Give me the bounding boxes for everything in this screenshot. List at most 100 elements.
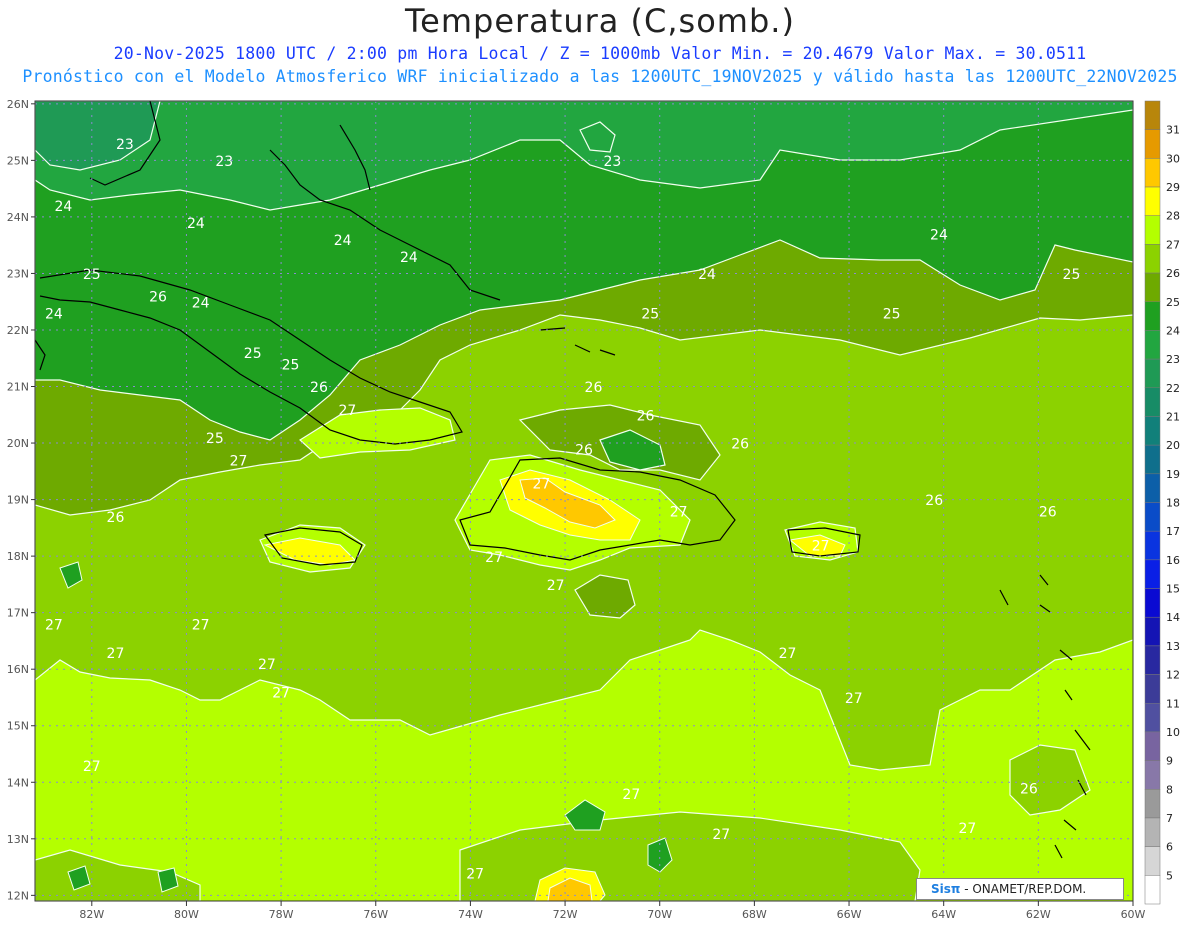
contour-value-label: 25 — [1063, 267, 1081, 283]
colorbar-swatch — [1144, 875, 1161, 905]
contour-value-label: 27 — [466, 866, 484, 882]
lon-label: 62W — [1026, 908, 1051, 921]
credit-brand: Sisπ — [931, 882, 961, 896]
colorbar-label: 18 — [1166, 497, 1180, 510]
colorbar-swatch — [1144, 215, 1161, 245]
colorbar-swatch — [1144, 674, 1161, 704]
subtitle-model-info: Pronóstico con el Modelo Atmosferico WRF… — [22, 67, 1178, 86]
contour-value-label: 26 — [310, 380, 328, 396]
colorbar-swatch — [1144, 387, 1161, 417]
colorbar-swatch — [1144, 846, 1161, 876]
contour-value-label: 24 — [45, 307, 63, 323]
colorbar-swatch — [1144, 330, 1161, 360]
colorbar-swatch — [1144, 530, 1161, 561]
colorbar-swatch — [1144, 272, 1161, 303]
colorbar-swatch — [1144, 817, 1161, 847]
contour-value-label: 26 — [1039, 505, 1057, 521]
contour-value-label: 27 — [547, 578, 565, 594]
colorbar-swatch — [1144, 129, 1161, 159]
colorbar-label: 24 — [1166, 324, 1180, 337]
lon-label: 80W — [174, 908, 199, 921]
colorbar-label: 16 — [1166, 554, 1180, 567]
contour-value-label: 26 — [637, 408, 655, 424]
contour-value-label: 27 — [712, 827, 730, 843]
lon-label: 76W — [363, 908, 388, 921]
contour-value-label: 25 — [244, 346, 262, 362]
lon-label: 82W — [79, 908, 104, 921]
colorbar-label: 10 — [1166, 726, 1180, 739]
lon-label: 64W — [931, 908, 956, 921]
colorbar-label: 14 — [1166, 611, 1180, 624]
contour-value-label: 27 — [485, 550, 503, 566]
contour-value-label: 26 — [925, 493, 943, 509]
subtitle-valid-time: 20-Nov-2025 1800 UTC / 2:00 pm Hora Loca… — [113, 44, 1087, 63]
contour-value-label: 25 — [883, 307, 901, 323]
lat-label: 18N — [7, 550, 29, 563]
colorbar-label: 11 — [1166, 697, 1180, 710]
credit-box: Sisπ - ONAMET/REP.DOM. — [916, 878, 1124, 900]
contour-value-label: 27 — [258, 657, 276, 673]
lon-label: 60W — [1121, 908, 1146, 921]
colorbar-swatch — [1144, 444, 1161, 475]
colorbar-label: 25 — [1166, 296, 1180, 309]
colorbar-swatch — [1144, 158, 1161, 188]
colorbar-swatch — [1144, 301, 1161, 331]
contour-value-label: 24 — [192, 295, 210, 311]
contour-value-label: 23 — [215, 154, 233, 170]
contour-value-label: 26 — [585, 380, 603, 396]
credit-text: - ONAMET/REP.DOM. — [960, 882, 1087, 896]
contour-value-label: 25 — [641, 307, 659, 323]
lat-label: 21N — [7, 381, 29, 394]
lon-label: 74W — [458, 908, 483, 921]
colorbar-label: 23 — [1166, 353, 1180, 366]
contour-value-label: 26 — [1020, 782, 1038, 798]
colorbar-swatch — [1144, 760, 1161, 790]
lat-label: 16N — [7, 663, 29, 676]
colorbar: 31 30 29 28 27 26 25 24 23 22 21 20 19 18 17 16 15 14 13 12… — [1144, 100, 1180, 905]
contour-value-label: 27 — [192, 618, 210, 634]
colorbar-swatch — [1144, 244, 1161, 274]
contour-value-label: 24 — [930, 228, 948, 244]
colorbar-label: 5 — [1166, 869, 1173, 882]
contour-value-label: 27 — [622, 787, 640, 803]
colorbar-label: 15 — [1166, 583, 1180, 596]
contour-value-label: 26 — [149, 290, 167, 306]
contour-value-label: 23 — [603, 154, 621, 170]
lat-label: 15N — [7, 720, 29, 733]
contour-value-label: 24 — [334, 233, 352, 249]
colorbar-swatch — [1144, 789, 1161, 819]
contour-value-label: 27 — [272, 685, 290, 701]
colorbar-swatch — [1144, 502, 1161, 532]
lat-label: 20N — [7, 437, 29, 450]
temperature-map: 23 23 23 24 24 24 24 24 24 25 25 25 25 25 25 25 24 24 26 26… — [7, 98, 1180, 921]
colorbar-swatch — [1144, 100, 1161, 130]
lat-label: 12N — [7, 889, 29, 902]
colorbar-swatch — [1144, 358, 1161, 389]
contour-value-label: 24 — [400, 250, 418, 266]
lon-label: 78W — [269, 908, 294, 921]
colorbar-label: 21 — [1166, 410, 1180, 423]
colorbar-swatch — [1144, 559, 1161, 589]
colorbar-label: 26 — [1166, 267, 1180, 280]
contour-value-label: 24 — [54, 199, 72, 215]
colorbar-swatch — [1144, 473, 1161, 503]
contour-value-label: 23 — [116, 137, 134, 153]
lat-label: 19N — [7, 494, 29, 507]
colorbar-label: 30 — [1166, 152, 1180, 165]
lon-label: 66W — [837, 908, 862, 921]
contour-value-label: 25 — [83, 267, 101, 283]
contour-value-label: 24 — [698, 267, 716, 283]
colorbar-label: 6 — [1166, 841, 1173, 854]
contour-value-label: 27 — [779, 646, 797, 662]
contour-value-label: 27 — [812, 538, 830, 554]
contour-value-label: 27 — [845, 691, 863, 707]
lat-label: 25N — [7, 154, 29, 167]
lon-label: 68W — [742, 908, 767, 921]
contour-value-label: 25 — [206, 431, 224, 447]
lat-label: 14N — [7, 776, 29, 789]
contour-value-label: 27 — [958, 821, 976, 837]
contour-value-label: 26 — [107, 510, 125, 526]
lat-label: 23N — [7, 267, 29, 280]
colorbar-label: 12 — [1166, 669, 1180, 682]
colorbar-label: 7 — [1166, 812, 1173, 825]
